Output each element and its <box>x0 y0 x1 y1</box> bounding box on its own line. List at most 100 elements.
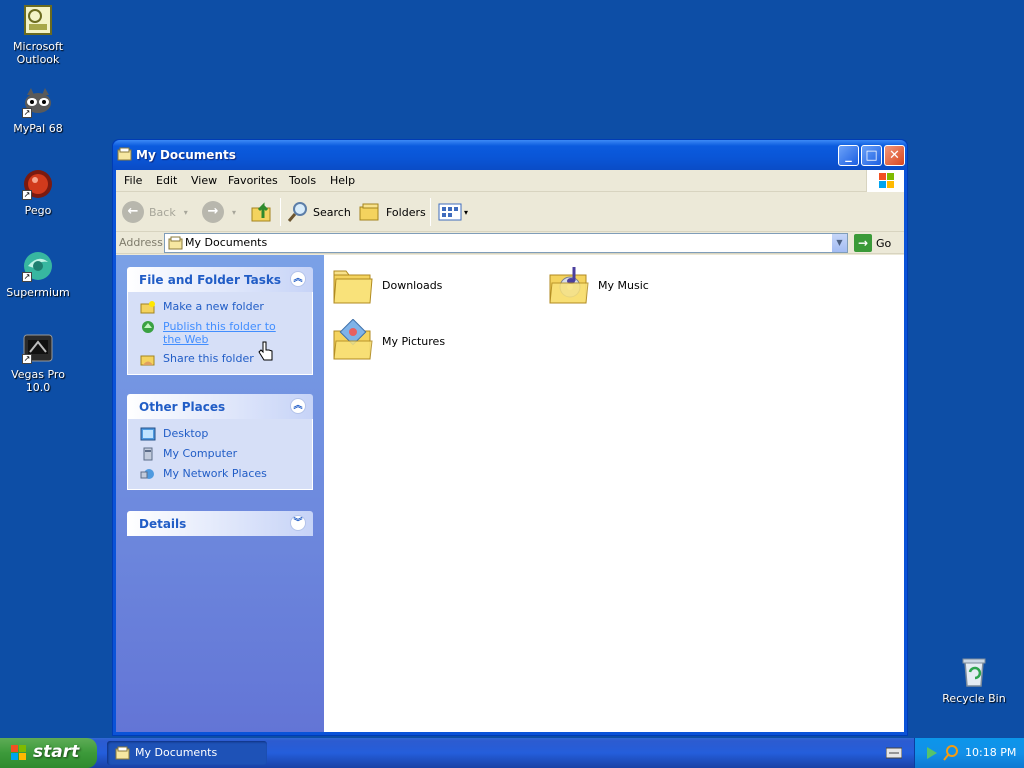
up-folder-button[interactable] <box>250 200 274 224</box>
panel-header[interactable]: Other Places ︽ <box>127 394 313 419</box>
windows-logo-icon <box>866 170 904 192</box>
place-desktop[interactable]: Desktop <box>140 427 312 441</box>
task-pane: File and Folder Tasks ︽ Make a new folde… <box>116 255 324 732</box>
task-publish-folder-web[interactable]: Publish this folder to the Web <box>140 320 312 346</box>
forward-button[interactable]: → ▾ <box>202 200 236 224</box>
views-button[interactable]: ▾ <box>438 200 468 224</box>
folders-icon <box>359 203 379 221</box>
search-tray-icon[interactable] <box>943 745 959 761</box>
system-tray: 10:18 PM <box>914 738 1024 768</box>
go-arrow-icon: → <box>854 234 872 252</box>
search-button[interactable]: Search <box>286 200 351 224</box>
expand-icon[interactable]: ︾ <box>290 515 306 531</box>
folder-my-pictures[interactable]: My Pictures <box>332 319 445 363</box>
views-icon <box>438 203 462 221</box>
panel-header[interactable]: Details ︾ <box>127 511 313 536</box>
back-button[interactable]: ← Back ▾ <box>122 200 188 224</box>
folder-my-music[interactable]: My Music <box>548 263 649 307</box>
window-client: File Edit View Favorites Tools Help ← Ba… <box>116 170 904 732</box>
folder-label: My Pictures <box>382 334 446 348</box>
music-folder-icon <box>549 267 589 304</box>
collapse-icon[interactable]: ︽ <box>290 398 306 414</box>
search-label: Search <box>313 205 351 219</box>
menu-view[interactable]: View <box>191 174 217 187</box>
address-dropdown-button[interactable]: ▼ <box>831 234 847 252</box>
raccoon-icon: ↗ <box>22 86 54 118</box>
menu-favorites[interactable]: Favorites <box>228 174 278 187</box>
vegas-icon: ↗ <box>22 332 54 364</box>
address-input[interactable]: My Documents ▼ <box>164 233 848 253</box>
menu-file[interactable]: File <box>124 174 142 187</box>
file-folder-tasks-panel: File and Folder Tasks ︽ Make a new folde… <box>127 267 313 375</box>
folder-downloads[interactable]: Downloads <box>332 263 442 307</box>
network-places-icon <box>140 469 154 479</box>
menu-bar: File Edit View Favorites Tools Help <box>116 170 904 192</box>
desktop-icon-outlook[interactable]: Microsoft Outlook <box>0 4 76 66</box>
desktop-icon-label: Supermium <box>6 286 70 299</box>
menu-tools[interactable]: Tools <box>289 174 316 187</box>
desktop-icon-vegas[interactable]: ↗ Vegas Pro 10.0 <box>0 332 76 394</box>
clock[interactable]: 10:18 PM <box>965 738 1016 768</box>
address-value: My Documents <box>185 236 268 249</box>
documents-icon <box>168 236 183 250</box>
taskbar-button-my-documents[interactable]: My Documents <box>107 741 267 765</box>
folders-label: Folders <box>386 205 426 219</box>
desktop-icon-label: MyPal 68 <box>13 122 63 135</box>
dropdown-arrow-icon: ▾ <box>232 207 237 217</box>
windows-logo-icon <box>11 745 26 760</box>
recycle-bin-icon <box>958 656 990 688</box>
panel-header[interactable]: File and Folder Tasks ︽ <box>127 267 313 292</box>
toolbar-separator <box>280 198 281 226</box>
taskbar-button-label: My Documents <box>135 746 218 759</box>
dropdown-arrow-icon: ▾ <box>464 207 469 217</box>
shortcut-arrow-icon: ↗ <box>22 272 32 282</box>
forward-arrow-icon: → <box>202 201 224 223</box>
desktop-icon <box>140 427 156 441</box>
details-panel: Details ︾ <box>127 511 313 536</box>
panel-title: File and Folder Tasks <box>139 273 282 287</box>
up-folder-icon <box>251 202 271 222</box>
task-make-new-folder[interactable]: Make a new folder <box>140 300 312 314</box>
menu-help[interactable]: Help <box>330 174 355 187</box>
menu-edit[interactable]: Edit <box>156 174 177 187</box>
address-label: Address <box>119 236 163 249</box>
folder-content: Downloads My Music My Pictures <box>324 255 904 732</box>
minimize-button[interactable]: _ <box>838 145 859 166</box>
place-my-computer[interactable]: My Computer <box>140 447 312 461</box>
collapse-icon[interactable]: ︽ <box>290 271 306 287</box>
place-my-network-places[interactable]: My Network Places <box>140 467 312 481</box>
explorer-body: File and Folder Tasks ︽ Make a new folde… <box>116 255 904 732</box>
folder-icon <box>333 270 373 304</box>
folder-label: My Music <box>598 278 649 292</box>
desktop-icon-label: Vegas Pro 10.0 <box>11 368 65 394</box>
desktop-icon-mypal[interactable]: ↗ MyPal 68 <box>0 86 76 135</box>
hand-cursor-icon <box>258 341 273 361</box>
documents-icon <box>115 746 130 760</box>
explorer-window[interactable]: My Documents _ □ ✕ File Edit View Favori… <box>112 139 908 736</box>
shortcut-arrow-icon: ↗ <box>22 354 32 364</box>
go-label: Go <box>876 236 892 250</box>
go-button[interactable]: → Go <box>854 234 891 252</box>
dropdown-arrow-icon: ▾ <box>183 207 188 217</box>
task-share-folder[interactable]: Share this folder <box>140 352 312 366</box>
title-bar[interactable]: My Documents _ □ ✕ <box>113 140 907 170</box>
back-label: Back <box>149 205 176 219</box>
chevron-down-icon: ▼ <box>836 238 843 247</box>
folders-button[interactable]: Folders <box>358 200 426 224</box>
start-button[interactable]: start <box>0 738 97 768</box>
desktop-icon-supermium[interactable]: ↗ Supermium <box>0 250 76 299</box>
outlook-icon <box>22 4 54 36</box>
network-tray-icon[interactable] <box>925 745 939 761</box>
close-icon: ✕ <box>889 148 900 163</box>
panel-body: Make a new folder Publish this folder to… <box>127 292 313 375</box>
keyboard-icon[interactable] <box>885 747 903 762</box>
maximize-button[interactable]: □ <box>861 145 882 166</box>
desktop-icon-pego[interactable]: ↗ Pego <box>0 168 76 217</box>
desktop-icon-label: Pego <box>24 204 52 217</box>
desktop-icon-recycle-bin[interactable]: Recycle Bin <box>936 656 1012 705</box>
panel-body: Desktop My Computer My Network Places <box>127 419 313 490</box>
close-button[interactable]: ✕ <box>884 145 905 166</box>
taskbar: start My Documents 10:18 PM <box>0 738 1024 768</box>
folder-label: Downloads <box>382 278 443 292</box>
new-folder-icon <box>140 301 155 314</box>
